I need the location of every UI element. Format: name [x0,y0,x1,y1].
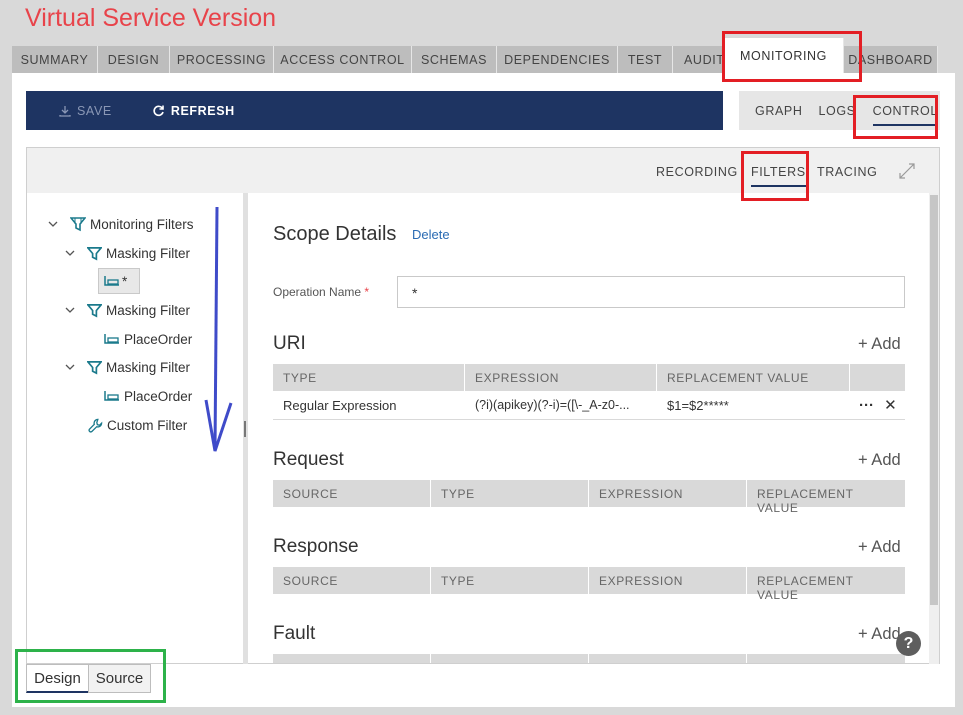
column-header[interactable]: SOURCE [273,480,431,507]
tree-label: Custom Filter [107,417,188,433]
tree-label: Masking Filter [106,302,191,318]
uri-type-cell: Regular Expression [283,398,397,413]
annotation-box-monitoring [722,31,862,82]
tree-label: Masking Filter [106,359,191,375]
column-header[interactable]: EXPRESSION [465,364,657,391]
row-actions: ··· ✕ [850,391,905,419]
column-header[interactable]: TYPE [431,654,589,663]
fault-grid-header: SOURCE TYPE EXPRESSION REPLACEMENT VALUE [273,654,905,663]
operation-icon [104,276,119,286]
toolbar: SAVE REFRESH [26,91,723,130]
save-label: SAVE [77,103,112,118]
required-mark: * [364,285,370,299]
tab-audit[interactable]: AUDIT [673,46,724,73]
annotation-box-filters [741,151,809,201]
annotation-box-control [853,95,938,139]
column-header-actions [850,364,905,391]
operation-name-text: Operation Name [273,285,362,299]
column-header[interactable]: EXPRESSION [589,654,747,663]
fault-add-button[interactable]: + Add [858,625,901,644]
column-header[interactable]: SOURCE [273,654,431,663]
app-title: Virtual Service Version [25,4,277,32]
view-tab-graph[interactable]: GRAPH [755,104,802,118]
tab-dependencies[interactable]: DEPENDENCIES [497,46,618,73]
response-section-title: Response [273,536,359,557]
expand-icon[interactable] [898,162,916,180]
tree-node-operation-placeorder-1[interactable]: PlaceOrder [104,328,192,350]
uri-replacement-cell: $1=$2***** [667,398,729,413]
response-grid-header: SOURCE TYPE EXPRESSION REPLACEMENT VALUE [273,567,905,602]
tab-schemas[interactable]: SCHEMAS [412,46,497,73]
request-grid-header: SOURCE TYPE EXPRESSION REPLACEMENT VALUE [273,480,905,515]
filter-icon [70,217,86,232]
splitter-grip[interactable] [244,421,246,437]
tree-node-masking-filter-1[interactable]: Masking Filter [65,242,190,264]
table-row[interactable]: Regular Expression (?i)(apikey)(?-i)=([\… [273,391,905,420]
annotation-box-mode-tabs [15,649,166,703]
annotation-arrow-down [204,206,233,452]
scope-title: Scope Details [273,223,397,245]
tree-label: * [122,273,128,289]
column-header[interactable]: SOURCE [273,567,431,594]
tree-label: Monitoring Filters [90,216,194,232]
refresh-icon [153,105,164,117]
scrollbar-thumb[interactable] [930,195,938,605]
tree-node-monitoring-filters[interactable]: Monitoring Filters [48,213,194,235]
help-button[interactable]: ? [896,631,921,656]
tree-label: PlaceOrder [124,388,193,404]
sub-tab-tracing[interactable]: TRACING [817,165,877,179]
operation-name-label: Operation Name * [273,285,369,299]
chevron-down-icon[interactable] [65,248,75,258]
fault-section-title: Fault [273,623,316,644]
column-header[interactable]: EXPRESSION [589,480,747,507]
operation-name-input[interactable]: * [397,276,905,308]
tree-label: PlaceOrder [124,331,193,347]
tab-design[interactable]: DESIGN [98,46,170,73]
column-header[interactable]: REPLACEMENT VALUE [747,567,905,602]
tab-test[interactable]: TEST [618,46,673,73]
column-header[interactable]: REPLACEMENT VALUE [657,364,850,391]
sub-tab-recording[interactable]: RECORDING [656,165,738,179]
chevron-down-icon[interactable] [48,219,58,229]
refresh-label: REFRESH [170,103,235,118]
tree-node-masking-filter-2[interactable]: Masking Filter [65,299,190,321]
tab-access-control[interactable]: ACCESS CONTROL [274,46,412,73]
download-icon [59,105,71,117]
request-section-title: Request [273,449,344,470]
column-header[interactable]: TYPE [431,567,589,594]
close-icon[interactable]: ✕ [884,397,897,414]
filter-icon [87,246,102,260]
fault-grid-clip: SOURCE TYPE EXPRESSION REPLACEMENT VALUE [273,654,905,663]
save-button[interactable]: SAVE [59,104,112,118]
chevron-down-icon[interactable] [65,362,75,372]
filter-icon [87,303,102,317]
request-add-button[interactable]: + Add [858,451,901,470]
tab-processing[interactable]: PROCESSING [170,46,274,73]
wrench-icon [88,418,103,433]
operation-icon [104,391,119,401]
tree-node-operation-placeorder-2[interactable]: PlaceOrder [104,385,192,407]
uri-grid-header: TYPE EXPRESSION REPLACEMENT VALUE [273,364,905,391]
tree-node-custom-filter[interactable]: Custom Filter [88,414,187,436]
column-header[interactable]: REPLACEMENT VALUE [747,654,905,663]
operation-icon [104,334,119,344]
filter-icon [87,360,102,374]
delete-link[interactable]: Delete [412,227,450,242]
view-tab-logs[interactable]: LOGS [818,104,855,118]
uri-expression-cell: (?i)(apikey)(?-i)=([\-_A-z0-... [475,398,630,412]
tree-node-operation-wildcard[interactable]: * [104,270,127,292]
more-icon[interactable]: ··· [859,397,874,414]
column-header[interactable]: TYPE [273,364,465,391]
column-header[interactable]: TYPE [431,480,589,507]
uri-section-title: URI [273,333,306,354]
tree-node-masking-filter-3[interactable]: Masking Filter [65,356,190,378]
response-add-button[interactable]: + Add [858,538,901,557]
column-header[interactable]: REPLACEMENT VALUE [747,480,905,515]
uri-add-button[interactable]: + Add [858,335,901,354]
chevron-down-icon[interactable] [65,305,75,315]
column-header[interactable]: EXPRESSION [589,567,747,594]
refresh-button[interactable]: REFRESH [152,104,235,118]
tree-label: Masking Filter [106,245,191,261]
tab-summary[interactable]: SUMMARY [12,46,98,73]
